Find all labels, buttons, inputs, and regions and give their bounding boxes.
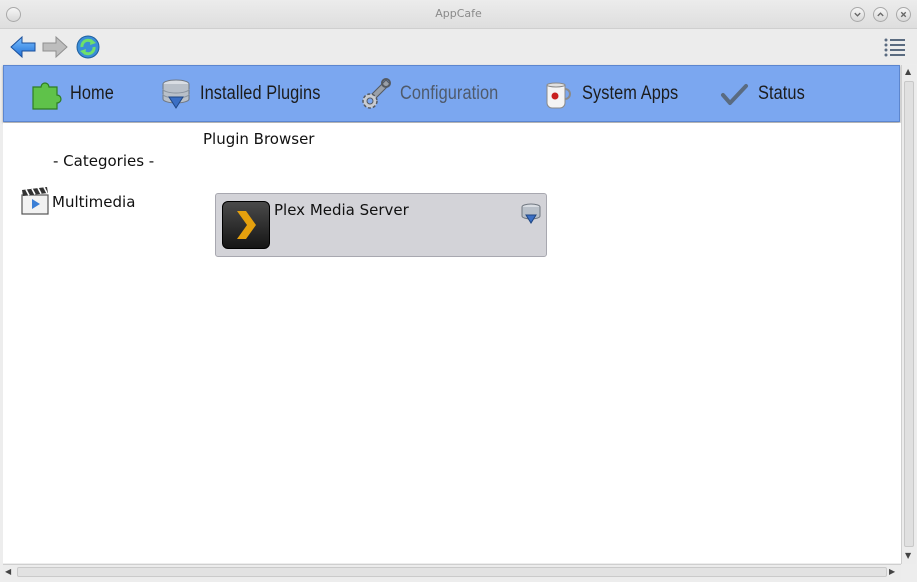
tab-status-label: Status (758, 83, 805, 104)
wrench-gear-icon (358, 76, 394, 112)
scroll-up-arrow-icon[interactable]: ▲ (905, 67, 911, 77)
app-window: AppCafe Home Installed Plugins Configura… (0, 0, 917, 582)
tab-configuration[interactable]: Configuration (358, 76, 514, 112)
horizontal-scrollbar[interactable]: ◀ ▶ (3, 564, 901, 580)
maximize-button[interactable] (873, 7, 888, 22)
forward-arrow-icon (42, 35, 68, 59)
close-icon (900, 11, 907, 18)
tab-home[interactable]: Home (28, 76, 121, 112)
coffee-cup-icon (540, 76, 576, 112)
plugin-card[interactable]: Plex Media Server (215, 193, 547, 257)
tab-status[interactable]: Status (716, 76, 812, 112)
tab-system-apps[interactable]: System Apps (540, 76, 694, 112)
installed-drive-icon (520, 202, 542, 224)
plugin-browser-title: Plugin Browser (203, 130, 315, 148)
vertical-scrollbar[interactable]: ▲ ▼ (901, 65, 916, 564)
categories-header: - Categories - (53, 152, 155, 170)
title-bar[interactable]: AppCafe (0, 0, 917, 29)
main-tab-bar: Home Installed Plugins Configuration Sys… (3, 65, 900, 122)
menu-button[interactable] (880, 32, 910, 62)
clapperboard-icon (20, 186, 50, 220)
window-title: AppCafe (435, 7, 482, 20)
scroll-down-arrow-icon[interactable]: ▼ (905, 551, 911, 561)
close-button[interactable] (896, 7, 911, 22)
plex-logo-icon (222, 201, 270, 249)
refresh-icon (76, 35, 100, 59)
tab-installed-plugins-label: Installed Plugins (200, 83, 321, 104)
tab-configuration-label: Configuration (400, 83, 499, 104)
forward-button[interactable] (40, 32, 70, 62)
horizontal-scroll-thumb[interactable] (17, 567, 887, 577)
content-area (3, 123, 901, 563)
plugin-name: Plex Media Server (274, 201, 409, 219)
scroll-left-arrow-icon[interactable]: ◀ (5, 567, 11, 577)
back-button[interactable] (8, 32, 38, 62)
minimize-button[interactable] (850, 7, 865, 22)
category-label: Multimedia (52, 192, 136, 211)
tab-installed-plugins[interactable]: Installed Plugins (158, 76, 340, 112)
scroll-right-arrow-icon[interactable]: ▶ (889, 567, 895, 577)
category-item-multimedia[interactable]: Multimedia (20, 186, 135, 220)
hamburger-menu-icon (884, 38, 905, 57)
installed-drive-icon (158, 76, 194, 112)
tab-home-label: Home (70, 83, 114, 104)
refresh-button[interactable] (73, 32, 103, 62)
chevron-down-icon (854, 12, 861, 17)
toolbar (0, 29, 917, 64)
back-arrow-icon (10, 35, 36, 59)
chevron-up-icon (877, 12, 884, 17)
puzzle-piece-icon (28, 76, 64, 112)
checkmark-icon (716, 76, 752, 112)
vertical-scroll-thumb[interactable] (904, 81, 914, 547)
tab-system-apps-label: System Apps (582, 83, 679, 104)
